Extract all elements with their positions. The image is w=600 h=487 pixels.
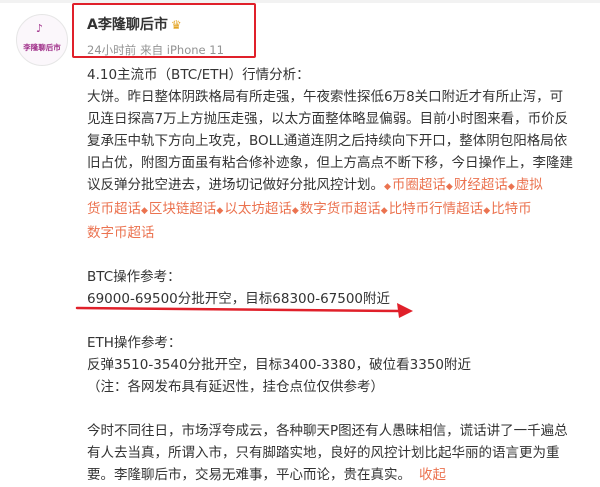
closing-line: 今时不同往日，市场浮夸成云，各种聊天P图还有人愚昧相信，谎话讲了一千遍总 (87, 423, 568, 439)
topic-link-part[interactable]: 虚拟 (516, 177, 543, 193)
topic-link[interactable]: 财经超话 (454, 177, 508, 193)
eth-plan: 反弹3510-3540分批开空，目标3400-3380，破位看3350附近 (87, 357, 472, 373)
body-line: 大饼。昨日整体阴跌格局有所走强，午夜索性探低6万8关口附近才有所止泻，可 (87, 89, 564, 105)
topic-link[interactable]: 数字货币超话 (300, 201, 381, 217)
post-title: 4.10主流币（BTC/ETH）行情分析： (87, 67, 310, 83)
post-meta: 24小时前 来自 iPhone 11 (87, 42, 224, 58)
topic-link[interactable]: 比特币行情超话 (389, 201, 484, 217)
topic-gem-icon: ◆ (216, 206, 224, 216)
closing-line-last: 要。李隆聊后市，交易无难事，平心而论，贵在真实。 收起 (87, 464, 587, 486)
body-line: 旧占优，附图方面虽有粘合修补迹象，但上方高点不断下移，今日操作上，李隆建 (87, 155, 573, 171)
topic-link[interactable]: 以太坊超话 (224, 201, 292, 217)
topic-gem-icon: ◆ (445, 182, 453, 192)
topic-link-part[interactable]: 数字币超话 (87, 225, 155, 241)
eth-header: ETH操作参考： (87, 335, 182, 351)
topics-line: 数字币超话 (87, 222, 587, 244)
red-arrow-annotation (75, 303, 413, 318)
fold-link[interactable]: 收起 (419, 467, 446, 483)
closing-line: 有人去当真，所谓入市，只有脚踏实地，良好的风控计划比起华丽的语言更为重 (87, 445, 560, 461)
topic-gem-icon: ◆ (483, 206, 491, 216)
topic-link[interactable]: 币圈超话 (392, 177, 446, 193)
topic-gem-icon: ◆ (141, 206, 148, 216)
topic-gem-icon: ◆ (384, 182, 391, 192)
author-name-row[interactable]: A李隆聊后市 ♛ (87, 14, 182, 34)
btc-header: BTC操作参考： (87, 269, 181, 285)
body-line: 见连日探高7万上方抛压走强，以太方面整体略显偏弱。目前小时图来看，币价反 (87, 111, 569, 127)
topics-line: 货币超话◆区块链超话◆以太坊超话◆数字货币超话◆比特币行情超话◆比特币 (87, 198, 587, 222)
author-name[interactable]: A李隆聊后市 (87, 17, 168, 33)
post-source: 来自 iPhone 11 (140, 43, 224, 57)
topic-gem-icon: ◆ (380, 206, 388, 216)
closing-text: 要。李隆聊后市，交易无难事，平心而论，贵在真实。 (87, 467, 411, 483)
crown-icon: ♛ (170, 18, 182, 32)
body-line-with-topics: 议反弹分批空进去，进场切记做好分批风控计划。◆币圈超话◆财经超话◆虚拟 (87, 174, 587, 198)
disclaimer-note: （注：各网发布具有延迟性，挂仓点位仅供参考） (87, 379, 384, 395)
body-text: 议反弹分批空进去，进场切记做好分批风控计划。 (87, 177, 384, 193)
post-time[interactable]: 24小时前 (87, 43, 136, 57)
topic-link-part[interactable]: 货币超话 (87, 201, 141, 217)
music-note-icon: ♪ (36, 22, 44, 35)
topic-link-part[interactable]: 比特币 (491, 201, 532, 217)
body-line: 复承压中轨下方向上攻克，BOLL通道连阴之后持续向下开口，整体阴包阳格局依 (87, 133, 568, 149)
avatar[interactable]: ♪ 李隆聊后市 (16, 14, 68, 66)
topic-link[interactable]: 区块链超话 (149, 201, 217, 217)
post-content: 4.10主流币（BTC/ETH）行情分析： 大饼。昨日整体阴跌格局有所走强，午夜… (87, 64, 587, 486)
topic-gem-icon: ◆ (507, 182, 515, 192)
avatar-logo-text: 李隆聊后市 (23, 43, 61, 52)
topic-gem-icon: ◆ (291, 206, 299, 216)
